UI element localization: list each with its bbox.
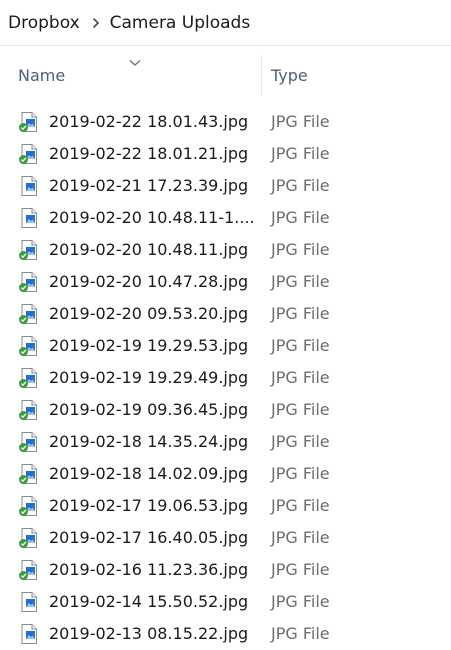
- column-header-row: Name Type: [0, 47, 451, 97]
- file-name: 2019-02-14 15.50.52.jpg: [49, 592, 249, 611]
- jpg-file-icon: [18, 431, 40, 453]
- jpg-file-icon: [18, 495, 40, 517]
- jpg-file-icon: [18, 303, 40, 325]
- jpg-file-icon: [18, 399, 40, 421]
- jpg-file-icon: [18, 175, 40, 197]
- file-type: JPG File: [271, 560, 330, 579]
- file-type: JPG File: [271, 464, 330, 483]
- jpg-file-icon: [18, 463, 40, 485]
- file-type: JPG File: [271, 400, 330, 419]
- file-type: JPG File: [271, 176, 330, 195]
- jpg-file-icon: [18, 527, 40, 549]
- file-name: 2019-02-20 09.53.20.jpg: [49, 304, 249, 323]
- jpg-file-icon: [18, 271, 40, 293]
- file-name: 2019-02-19 19.29.53.jpg: [49, 336, 249, 355]
- file-row[interactable]: 2019-02-19 19.29.53.jpg JPG File: [0, 330, 451, 362]
- chevron-right-icon[interactable]: [92, 17, 100, 29]
- file-type: JPG File: [271, 240, 330, 259]
- file-name: 2019-02-19 09.36.45.jpg: [49, 400, 249, 419]
- file-name: 2019-02-13 08.15.22.jpg: [49, 624, 249, 643]
- file-type: JPG File: [271, 432, 330, 451]
- file-name: 2019-02-22 18.01.21.jpg: [49, 144, 249, 163]
- file-name: 2019-02-17 19.06.53.jpg: [49, 496, 249, 515]
- jpg-file-icon: [18, 239, 40, 261]
- file-type: JPG File: [271, 336, 330, 355]
- breadcrumb: Dropbox Camera Uploads: [0, 0, 451, 46]
- file-row[interactable]: 2019-02-22 18.01.21.jpg JPG File: [0, 138, 451, 170]
- file-row[interactable]: 2019-02-17 16.40.05.jpg JPG File: [0, 522, 451, 554]
- file-name: 2019-02-19 19.29.49.jpg: [49, 368, 249, 387]
- file-name: 2019-02-20 10.47.28.jpg: [49, 272, 249, 291]
- file-name: 2019-02-18 14.35.24.jpg: [49, 432, 249, 451]
- file-name: 2019-02-18 14.02.09.jpg: [49, 464, 249, 483]
- file-type: JPG File: [271, 368, 330, 387]
- file-type: JPG File: [271, 144, 330, 163]
- jpg-file-icon: [18, 591, 40, 613]
- file-type: JPG File: [271, 528, 330, 547]
- jpg-file-icon: [18, 559, 40, 581]
- file-row[interactable]: 2019-02-16 11.23.36.jpg JPG File: [0, 554, 451, 586]
- breadcrumb-item-camera-uploads[interactable]: Camera Uploads: [110, 13, 251, 33]
- jpg-file-icon: [18, 367, 40, 389]
- jpg-file-icon: [18, 111, 40, 133]
- file-name: 2019-02-21 17.23.39.jpg: [49, 176, 249, 195]
- file-row[interactable]: 2019-02-17 19.06.53.jpg JPG File: [0, 490, 451, 522]
- column-header-name[interactable]: Name: [18, 66, 65, 85]
- file-list: 2019-02-22 18.01.43.jpg JPG File 2019-02-2…: [0, 106, 451, 650]
- file-name: 2019-02-16 11.23.36.jpg: [49, 560, 249, 579]
- file-row[interactable]: 2019-02-20 10.47.28.jpg JPG File: [0, 266, 451, 298]
- breadcrumb-item-dropbox[interactable]: Dropbox: [8, 13, 80, 33]
- file-row[interactable]: 2019-02-18 14.35.24.jpg JPG File: [0, 426, 451, 458]
- file-type: JPG File: [271, 304, 330, 323]
- file-row[interactable]: 2019-02-21 17.23.39.jpg JPG File: [0, 170, 451, 202]
- file-type: JPG File: [271, 624, 330, 643]
- file-row[interactable]: 2019-02-18 14.02.09.jpg JPG File: [0, 458, 451, 490]
- file-type: JPG File: [271, 208, 330, 227]
- file-type: JPG File: [271, 592, 330, 611]
- file-type: JPG File: [271, 112, 330, 131]
- file-row[interactable]: 2019-02-14 15.50.52.jpg JPG File: [0, 586, 451, 618]
- column-divider[interactable]: [261, 55, 262, 95]
- file-row[interactable]: 2019-02-19 09.36.45.jpg JPG File: [0, 394, 451, 426]
- file-row[interactable]: 2019-02-20 09.53.20.jpg JPG File: [0, 298, 451, 330]
- column-header-type[interactable]: Type: [271, 66, 308, 85]
- file-row[interactable]: 2019-02-20 10.48.11.jpg JPG File: [0, 234, 451, 266]
- jpg-file-icon: [18, 335, 40, 357]
- file-row[interactable]: 2019-02-22 18.01.43.jpg JPG File: [0, 106, 451, 138]
- file-name: 2019-02-22 18.01.43.jpg: [49, 112, 249, 131]
- file-name: 2019-02-17 16.40.05.jpg: [49, 528, 249, 547]
- jpg-file-icon: [18, 207, 40, 229]
- jpg-file-icon: [18, 143, 40, 165]
- file-row[interactable]: 2019-02-20 10.48.11-1.... JPG File: [0, 202, 451, 234]
- file-type: JPG File: [271, 272, 330, 291]
- jpg-file-icon: [18, 623, 40, 645]
- file-name: 2019-02-20 10.48.11.jpg: [49, 240, 249, 259]
- file-type: JPG File: [271, 496, 330, 515]
- file-name: 2019-02-20 10.48.11-1....: [49, 208, 255, 227]
- file-row[interactable]: 2019-02-13 08.15.22.jpg JPG File: [0, 618, 451, 650]
- chevron-down-icon: [129, 52, 141, 71]
- file-row[interactable]: 2019-02-19 19.29.49.jpg JPG File: [0, 362, 451, 394]
